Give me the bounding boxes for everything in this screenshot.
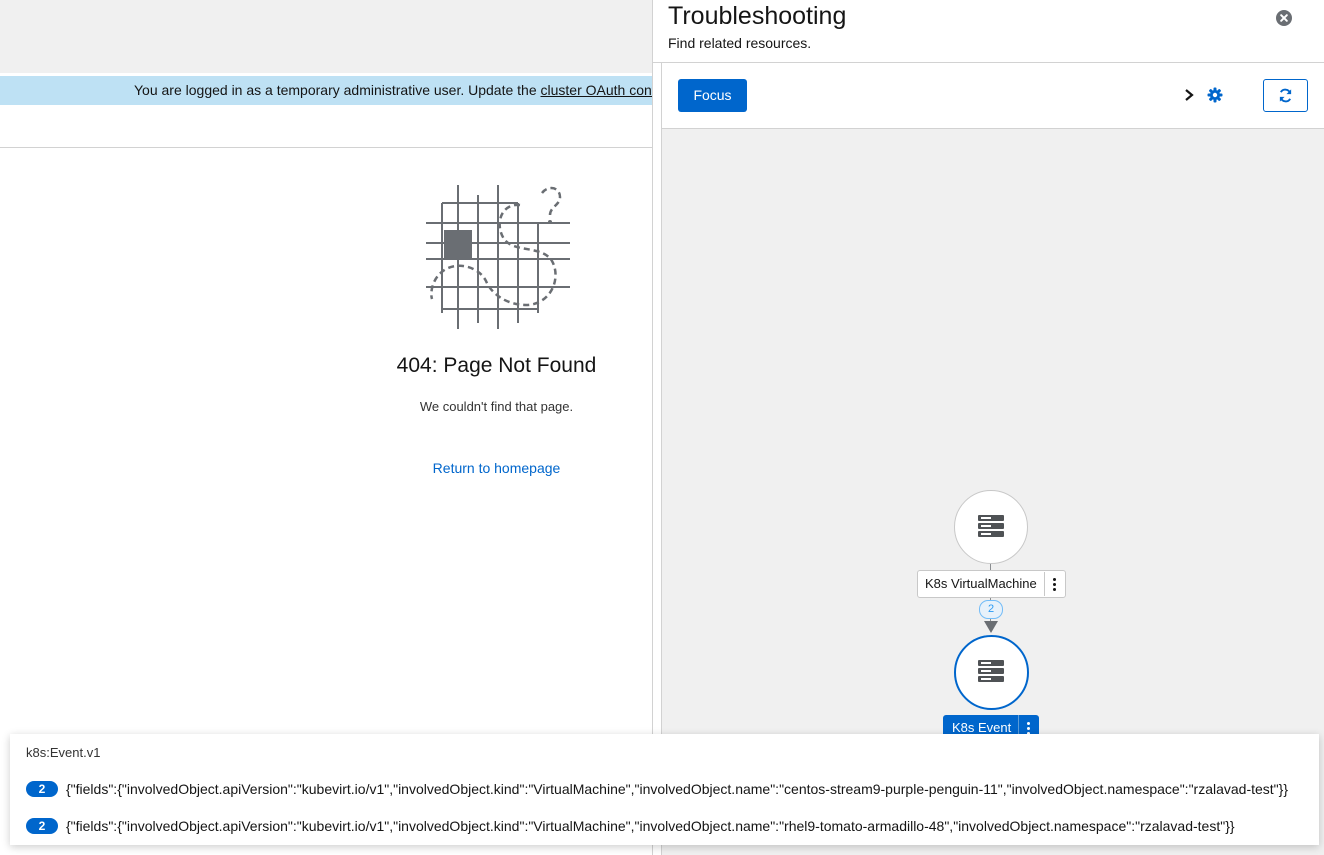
event-query-text: {"fields":{"involvedObject.apiVersion":"… — [66, 781, 1289, 797]
graph-node-event[interactable] — [954, 635, 1029, 710]
focus-button[interactable]: Focus — [678, 79, 747, 112]
chevron-right-icon[interactable] — [1182, 88, 1196, 102]
count-badge: 2 — [26, 781, 58, 797]
edge-count-badge[interactable]: 2 — [979, 600, 1003, 619]
temporary-admin-banner: You are logged in as a temporary adminis… — [0, 76, 652, 105]
node-label-text: K8s VirtualMachine — [925, 576, 1037, 591]
page-toolbar-divider — [0, 147, 652, 148]
not-found-message: We couldn't find that page. — [419, 399, 574, 414]
refresh-button[interactable] — [1263, 79, 1308, 112]
event-query-text: {"fields":{"involvedObject.apiVersion":"… — [66, 818, 1235, 834]
server-icon — [978, 660, 1004, 682]
popover-title: k8s:Event.v1 — [26, 745, 101, 760]
not-found-title: 404: Page Not Found — [396, 354, 597, 377]
drawer-header-divider — [653, 62, 1324, 63]
node-details-popover: k8s:Event.v1 2 {"fields":{"involvedObjec… — [10, 734, 1319, 845]
close-icon[interactable] — [1276, 10, 1292, 26]
graph-node-virtualmachine[interactable] — [954, 490, 1028, 564]
kebab-icon[interactable] — [1043, 572, 1065, 596]
gear-icon[interactable] — [1207, 87, 1223, 103]
cluster-oauth-link[interactable]: cluster OAuth conf — [541, 82, 653, 98]
return-to-homepage-link[interactable]: Return to homepage — [340, 460, 653, 476]
list-item[interactable]: 2 {"fields":{"involvedObject.apiVersion"… — [26, 816, 1235, 836]
masthead-area — [0, 0, 652, 73]
not-found-illustration — [426, 185, 570, 329]
count-badge: 2 — [26, 818, 58, 834]
node-label-virtualmachine[interactable]: K8s VirtualMachine — [917, 570, 1066, 598]
drawer-subtitle: Find related resources. — [668, 35, 812, 51]
banner-text: You are logged in as a temporary adminis… — [134, 82, 541, 98]
list-item[interactable]: 2 {"fields":{"involvedObject.apiVersion"… — [26, 779, 1288, 799]
refresh-icon — [1279, 88, 1292, 103]
server-icon — [978, 515, 1004, 537]
edge-arrowhead — [984, 621, 998, 633]
drawer-title: Troubleshooting — [668, 2, 847, 30]
